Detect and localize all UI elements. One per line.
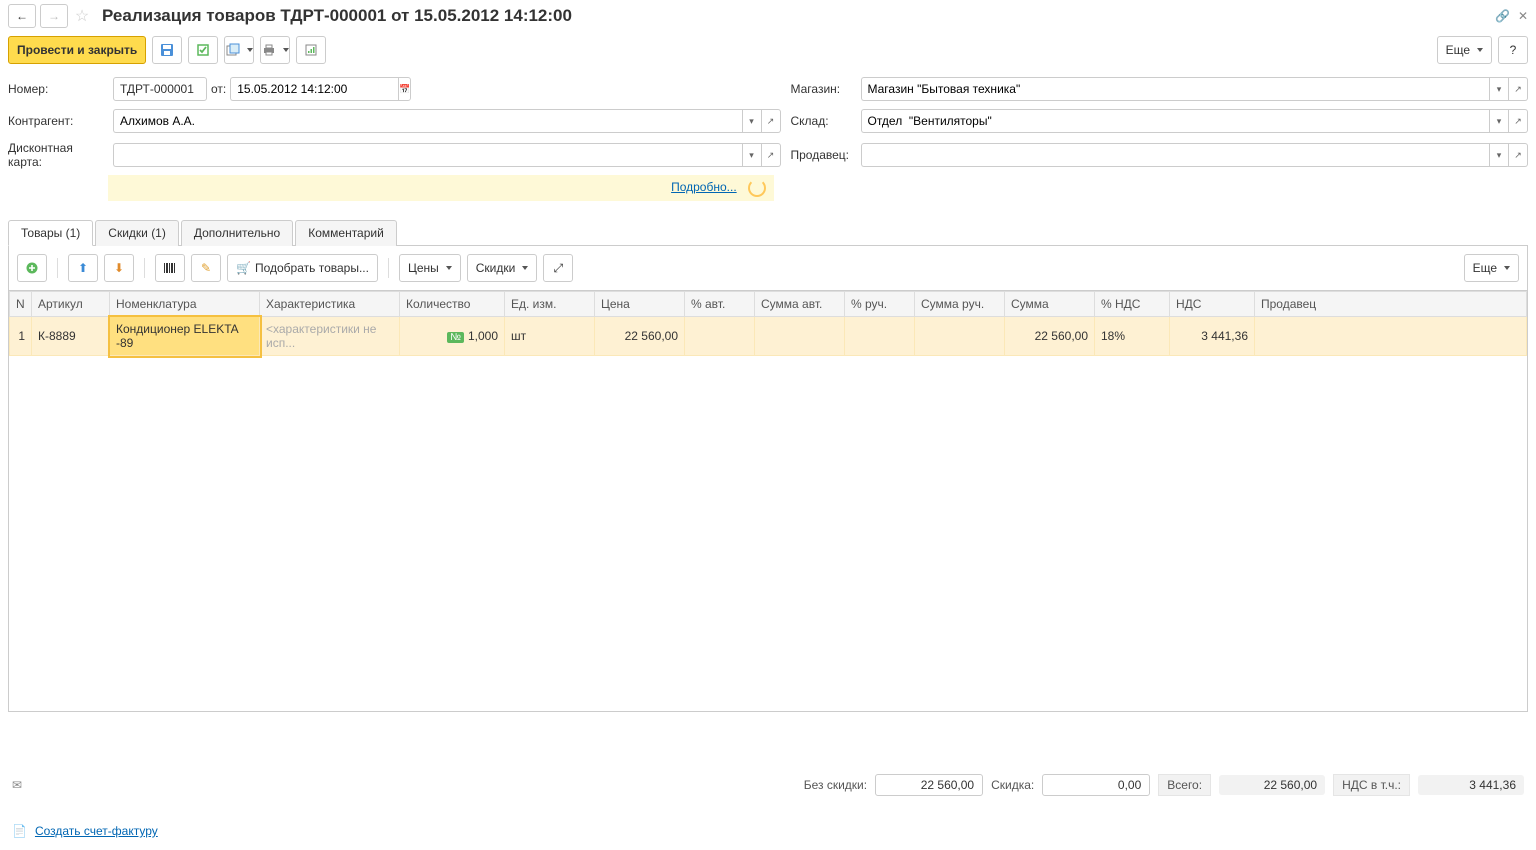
cell-unit[interactable]: шт [505, 317, 595, 356]
store-open-button[interactable]: ↗ [1509, 77, 1528, 101]
details-link[interactable]: Подробно... [671, 180, 737, 194]
link-icon[interactable]: 🔗 [1495, 9, 1510, 23]
col-pct-auto[interactable]: % авт. [685, 292, 755, 317]
discount-card-field[interactable] [113, 143, 742, 167]
col-sum-manual[interactable]: Сумма руч. [915, 292, 1005, 317]
col-quantity[interactable]: Количество [400, 292, 505, 317]
counterparty-label: Контрагент: [8, 114, 103, 128]
post-button[interactable] [188, 36, 218, 64]
prices-button[interactable]: Цены [399, 254, 461, 282]
no-discount-value: 22 560,00 [875, 774, 983, 796]
move-down-button[interactable]: ⬇ [104, 254, 134, 282]
store-field[interactable] [861, 77, 1490, 101]
col-characteristic[interactable]: Характеристика [260, 292, 400, 317]
discount-card-open-button[interactable]: ↗ [762, 143, 781, 167]
number-label: Номер: [8, 82, 103, 96]
vat-value: 3 441,36 [1418, 775, 1524, 795]
seller-field[interactable] [861, 143, 1490, 167]
col-vat[interactable]: НДС [1170, 292, 1255, 317]
expand-button[interactable]: ⤢ [543, 254, 573, 282]
tab-goods[interactable]: Товары (1) [8, 220, 93, 246]
seller-label: Продавец: [791, 148, 851, 162]
warehouse-label: Склад: [791, 114, 851, 128]
total-value: 22 560,00 [1219, 775, 1325, 795]
nav-back-button[interactable]: ← [8, 4, 36, 28]
cell-pct-manual[interactable] [845, 317, 915, 356]
warehouse-dropdown-button[interactable]: ▾ [1489, 109, 1509, 133]
cell-vat[interactable]: 3 441,36 [1170, 317, 1255, 356]
no-discount-label: Без скидки: [804, 778, 867, 792]
cell-article[interactable]: К-8889 [32, 317, 110, 356]
counterparty-field[interactable] [113, 109, 742, 133]
cell-sum[interactable]: 22 560,00 [1005, 317, 1095, 356]
col-nomenclature[interactable]: Номенклатура [110, 292, 260, 317]
tab-comment[interactable]: Комментарий [295, 220, 397, 246]
discount-value: 0,00 [1042, 774, 1150, 796]
post-and-close-button[interactable]: Провести и закрыть [8, 36, 146, 64]
seller-open-button[interactable]: ↗ [1509, 143, 1528, 167]
counterparty-dropdown-button[interactable]: ▾ [742, 109, 762, 133]
warehouse-field[interactable] [861, 109, 1490, 133]
loading-spinner-icon [748, 179, 766, 197]
create-invoice-link[interactable]: Создать счет-фактуру [35, 824, 158, 838]
store-dropdown-button[interactable]: ▾ [1489, 77, 1509, 101]
col-unit[interactable]: Ед. изм. [505, 292, 595, 317]
tab-additional[interactable]: Дополнительно [181, 220, 293, 246]
discount-card-label: Дисконтная карта: [8, 141, 103, 169]
table-header-row: N Артикул Номенклатура Характеристика Ко… [10, 292, 1527, 317]
add-row-button[interactable] [17, 254, 47, 282]
col-pct-manual[interactable]: % руч. [845, 292, 915, 317]
qty-badge-icon: № [447, 332, 464, 343]
cell-pct-auto[interactable] [685, 317, 755, 356]
create-based-on-button[interactable] [224, 36, 254, 64]
discount-label: Скидка: [991, 778, 1034, 792]
total-label: Всего: [1158, 774, 1211, 796]
cell-seller[interactable] [1255, 317, 1527, 356]
close-icon[interactable]: ✕ [1518, 9, 1528, 23]
discount-card-dropdown-button[interactable]: ▾ [742, 143, 762, 167]
pick-goods-button[interactable]: 🛒Подобрать товары... [227, 254, 378, 282]
cell-vat-pct[interactable]: 18% [1095, 317, 1170, 356]
col-sum[interactable]: Сумма [1005, 292, 1095, 317]
cell-sum-auto[interactable] [755, 317, 845, 356]
tab-discounts[interactable]: Скидки (1) [95, 220, 179, 246]
cell-quantity[interactable]: №1,000 [400, 317, 505, 356]
cell-sum-manual[interactable] [915, 317, 1005, 356]
col-sum-auto[interactable]: Сумма авт. [755, 292, 845, 317]
save-button[interactable] [152, 36, 182, 64]
favorite-star-icon[interactable]: ☆ [72, 6, 92, 26]
from-label: от: [211, 82, 226, 96]
discounts-button[interactable]: Скидки [467, 254, 538, 282]
col-price[interactable]: Цена [595, 292, 685, 317]
cell-price[interactable]: 22 560,00 [595, 317, 685, 356]
col-n[interactable]: N [10, 292, 32, 317]
seller-dropdown-button[interactable]: ▾ [1489, 143, 1509, 167]
tab-more-button[interactable]: Еще [1464, 254, 1519, 282]
col-seller[interactable]: Продавец [1255, 292, 1527, 317]
vat-label: НДС в т.ч.: [1333, 774, 1410, 796]
more-button[interactable]: Еще [1437, 36, 1492, 64]
store-label: Магазин: [791, 82, 851, 96]
window-title: Реализация товаров ТДРТ-000001 от 15.05.… [102, 6, 572, 26]
cell-n[interactable]: 1 [10, 317, 32, 356]
move-up-button[interactable]: ⬆ [68, 254, 98, 282]
document-icon: 📄 [12, 824, 27, 838]
date-field[interactable] [230, 77, 398, 101]
note-icon[interactable]: ✉ [12, 778, 22, 792]
warehouse-open-button[interactable]: ↗ [1509, 109, 1528, 133]
number-field[interactable] [113, 77, 207, 101]
barcode-button[interactable] [155, 254, 185, 282]
nav-forward-button[interactable]: → [40, 4, 68, 28]
help-button[interactable]: ? [1498, 36, 1528, 64]
counterparty-open-button[interactable]: ↗ [762, 109, 781, 133]
table-row[interactable]: 1 К-8889 Кондиционер ELEKTA -89 <характе… [10, 317, 1527, 356]
cell-nomenclature[interactable]: Кондиционер ELEKTA -89 [110, 317, 260, 356]
report-button[interactable] [296, 36, 326, 64]
print-button[interactable] [260, 36, 290, 64]
date-picker-button[interactable]: 📅 [398, 77, 411, 101]
cell-characteristic[interactable]: <характеристики не исп... [260, 317, 400, 356]
col-vat-pct[interactable]: % НДС [1095, 292, 1170, 317]
edit-row-button[interactable]: ✎ [191, 254, 221, 282]
col-article[interactable]: Артикул [32, 292, 110, 317]
